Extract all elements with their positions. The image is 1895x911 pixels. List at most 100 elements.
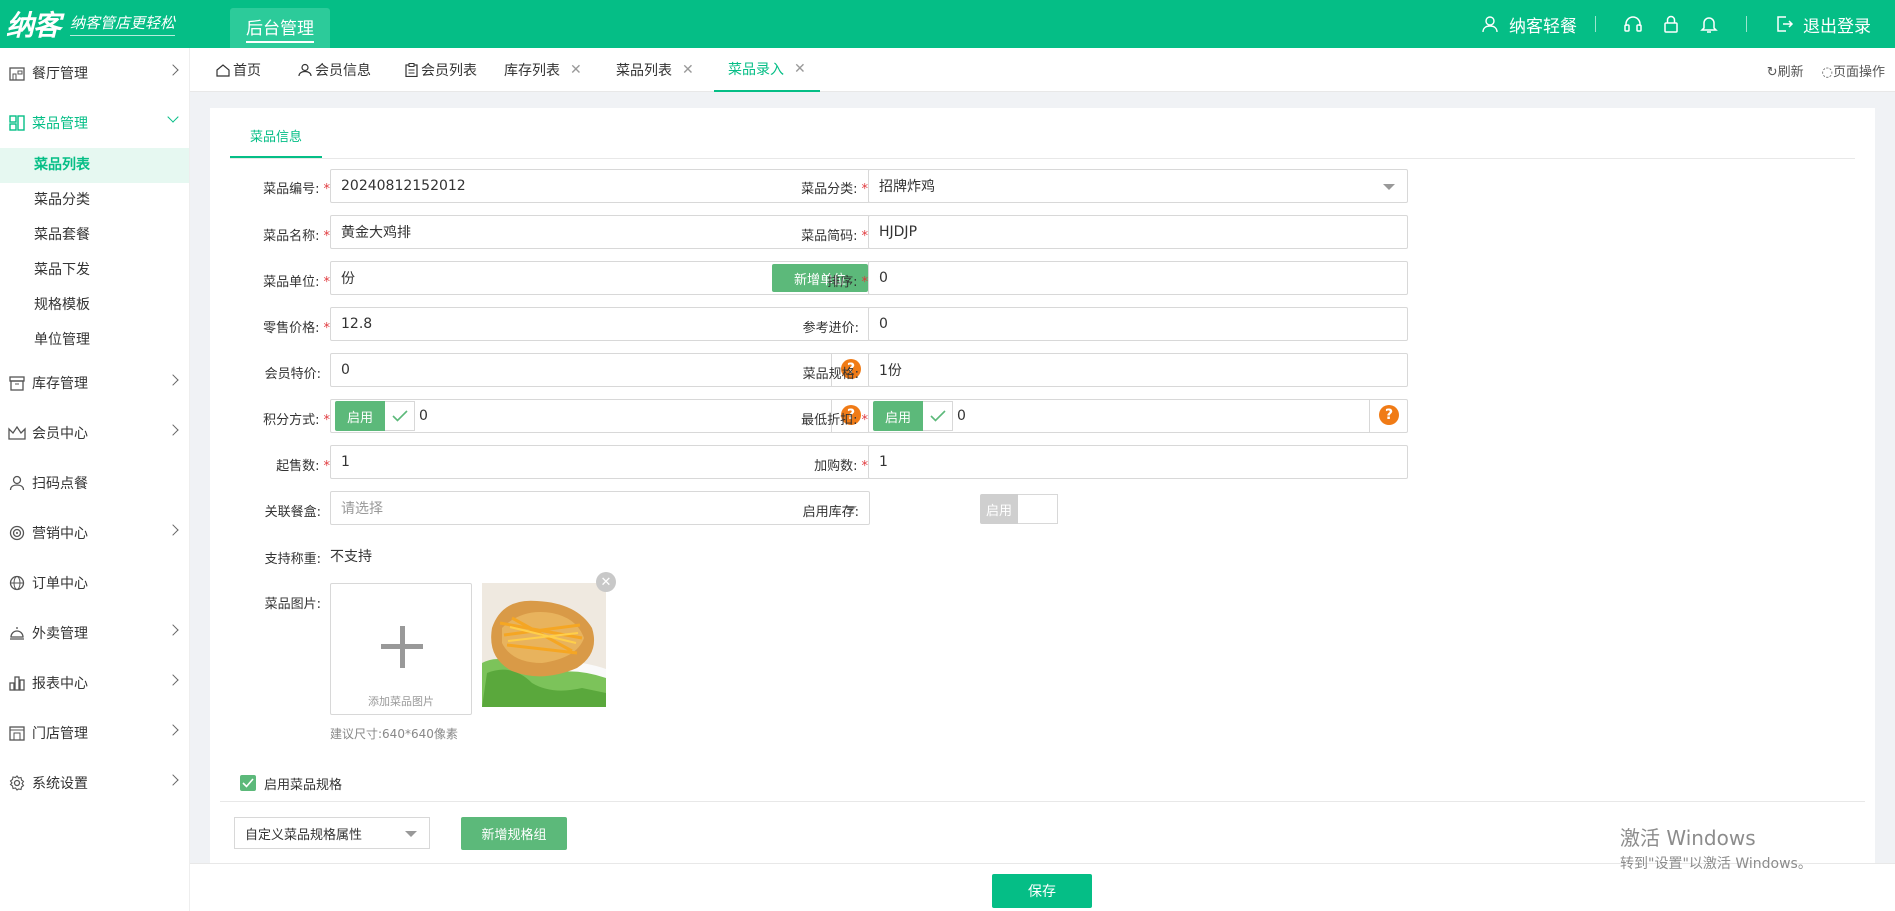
page-ops-button[interactable]: ◌页面操作	[1822, 61, 1885, 80]
min-discount-value: 0	[957, 408, 966, 424]
top-header: 纳客 纳客管店更轻松 后台管理 纳客轻餐 退出登录	[0, 0, 1895, 48]
sidebar-group-marketing[interactable]: 营销中心	[0, 508, 189, 558]
clipboard-icon	[405, 63, 418, 77]
header-actions: 纳客轻餐 退出登录	[1471, 0, 1871, 48]
refresh-button[interactable]: ↻刷新	[1767, 61, 1804, 80]
add-qty-input[interactable]: 1	[868, 445, 1408, 479]
short-code-input[interactable]: HJDJP	[868, 215, 1408, 249]
check-icon	[242, 778, 254, 788]
tab-dish-list[interactable]: 菜品列表 ✕	[616, 48, 694, 92]
dish-name-value: 黄金大鸡排	[341, 225, 411, 241]
user-menu[interactable]: 纳客轻餐	[1471, 12, 1577, 37]
sidebar-group-dish[interactable]: 菜品管理	[0, 98, 189, 148]
sidebar-group-orders[interactable]: 订单中心	[0, 558, 189, 608]
sidebar-group-settings[interactable]: 系统设置	[0, 758, 189, 808]
sidebar-item-dish-distribute[interactable]: 菜品下发	[0, 253, 189, 288]
ref-cost-input[interactable]: 0	[868, 307, 1408, 341]
points-mode-value: 0	[419, 408, 428, 424]
bell-icon[interactable]	[1698, 13, 1720, 35]
sidebar-group-label: 报表中心	[32, 676, 88, 692]
points-mode-label: 积分方式: *	[263, 413, 330, 428]
sidebar-item-dish-list[interactable]: 菜品列表	[0, 148, 189, 183]
sidebar-item-unit-manage[interactable]: 单位管理	[0, 323, 189, 358]
short-code-value: HJDJP	[879, 224, 918, 240]
sidebar-item-dish-combo[interactable]: 菜品套餐	[0, 218, 189, 253]
min-discount-input[interactable]: 启用 0 ?	[868, 399, 1408, 433]
help-icon[interactable]: ?	[1379, 405, 1399, 425]
sidebar-group-restaurant[interactable]: 餐厅管理	[0, 48, 189, 98]
spec-value: 1份	[879, 363, 902, 379]
sidebar-group-label: 系统设置	[32, 776, 88, 792]
header-divider	[1595, 16, 1596, 32]
windows-activation-watermark: 激活 Windows 转到"设置"以激活 Windows。	[1620, 822, 1812, 873]
sort-label: 排序: *	[827, 275, 868, 290]
sidebar-group-member[interactable]: 会员中心	[0, 408, 189, 458]
add-qty-label: 加购数: *	[814, 459, 868, 474]
close-icon[interactable]: ✕	[682, 62, 694, 78]
upload-image-button[interactable]: 添加菜品图片	[330, 583, 472, 715]
chevron-right-icon	[167, 374, 179, 386]
tab-dish-entry[interactable]: 菜品录入 ✕	[714, 48, 820, 92]
chevron-right-icon	[167, 724, 179, 736]
save-button[interactable]: 保存	[992, 874, 1092, 908]
lock-icon[interactable]	[1660, 13, 1682, 35]
tab-home[interactable]: 首页	[216, 48, 261, 92]
points-mode-toggle[interactable]: 启用	[335, 401, 415, 431]
category-value: 招牌炸鸡	[879, 179, 935, 195]
sidebar-group-label: 会员中心	[32, 426, 88, 442]
category-select[interactable]: 招牌炸鸡	[868, 169, 1408, 203]
tab-label: 会员信息	[315, 63, 371, 79]
logo-slogan: 纳客管店更轻松	[70, 12, 176, 36]
sidebar-item-dish-category[interactable]: 菜品分类	[0, 183, 189, 218]
logout-icon	[1773, 13, 1795, 35]
sidebar-group-store[interactable]: 门店管理	[0, 708, 189, 758]
weighing-value: 不支持	[330, 549, 372, 565]
enable-spec-checkbox[interactable]	[240, 775, 256, 791]
ref-cost-label: 参考进价:	[802, 321, 859, 336]
tab-inventory-list[interactable]: 库存列表 ✕	[504, 48, 582, 92]
logout-button[interactable]: 退出登录	[1765, 12, 1871, 37]
toggle-off-label: 启用	[980, 494, 1018, 524]
tab-label: 库存列表	[504, 63, 560, 79]
plus-icon-v	[400, 626, 405, 668]
gear-icon	[8, 774, 26, 792]
sidebar-group-label: 订单中心	[32, 576, 88, 592]
remove-image-button[interactable]: ✕	[596, 572, 616, 592]
member-icon	[298, 63, 312, 77]
sidebar-group-takeout[interactable]: 外卖管理	[0, 608, 189, 658]
spec-attribute-select[interactable]: 自定义菜品规格属性	[234, 817, 430, 849]
sidebar-group-reports[interactable]: 报表中心	[0, 658, 189, 708]
close-icon[interactable]: ✕	[794, 61, 806, 77]
stock-label: 启用库存:	[802, 505, 859, 520]
sidebar-group-label: 扫码点餐	[32, 476, 88, 492]
user-icon	[8, 474, 26, 492]
chevron-down-icon	[167, 111, 179, 123]
headset-icon[interactable]	[1622, 13, 1644, 35]
store-icon	[8, 724, 26, 742]
stock-toggle[interactable]: 启用	[980, 494, 1058, 524]
module-tab-backend[interactable]: 后台管理	[230, 8, 330, 48]
short-code-label: 菜品简码: *	[801, 229, 868, 244]
add-spec-group-button[interactable]: 新增规格组	[461, 817, 567, 850]
toggle-on-label: 启用	[873, 401, 923, 431]
tab-member-list[interactable]: 会员列表	[405, 48, 477, 92]
close-icon[interactable]: ✕	[570, 62, 582, 78]
section-tab-dish-info[interactable]: 菜品信息	[230, 108, 323, 158]
chevron-down-icon	[405, 831, 417, 837]
tabs-actions: ↻刷新 ◌页面操作	[1749, 48, 1885, 92]
check-icon	[923, 401, 953, 431]
dish-image-thumbnail[interactable]	[482, 583, 606, 707]
sidebar-group-inventory[interactable]: 库存管理	[0, 358, 189, 408]
page-tabs: 首页 会员信息 会员列表 库存列表 ✕ 菜品列表 ✕ 菜品录入 ✕ ↻刷新 ◌页面操作	[190, 48, 1895, 92]
tab-member-info[interactable]: 会员信息	[298, 48, 371, 92]
sidebar-item-spec-template[interactable]: 规格模板	[0, 288, 189, 323]
sort-input[interactable]: 0	[868, 261, 1408, 295]
check-icon	[385, 401, 415, 431]
sidebar-group-scan-order[interactable]: 扫码点餐	[0, 458, 189, 508]
chart-icon	[8, 674, 26, 692]
chevron-right-icon	[167, 774, 179, 786]
spec-input[interactable]: 1份	[868, 353, 1408, 387]
user-name: 纳客轻餐	[1509, 16, 1577, 37]
member-price-label: 会员特价:	[264, 367, 321, 382]
min-discount-toggle[interactable]: 启用	[873, 401, 953, 431]
